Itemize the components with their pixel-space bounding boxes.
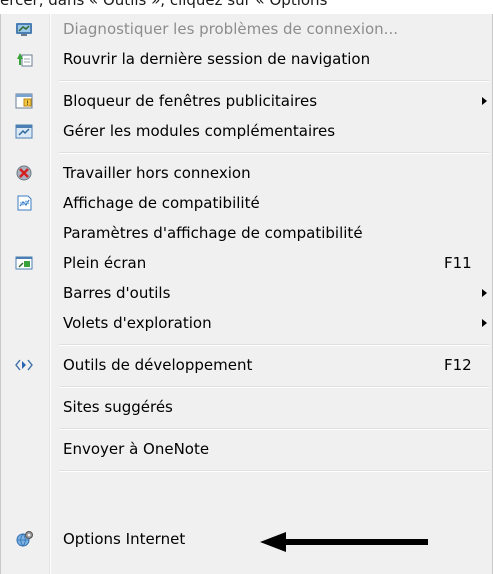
svg-text:!: ! bbox=[26, 100, 28, 107]
menu-item-toolbars[interactable]: Barres d'outils bbox=[4, 278, 489, 308]
menu-item-fullscreen[interactable]: Plein écran F11 bbox=[4, 248, 489, 278]
menu-item-manage-addons[interactable]: Gérer les modules complémentaires bbox=[4, 116, 489, 146]
submenu-arrow-icon bbox=[482, 97, 487, 105]
menu-item-work-offline[interactable]: Travailler hors connexion bbox=[4, 158, 489, 188]
menu-item-compatibility-settings[interactable]: Paramètres d'affichage de compatibilité bbox=[4, 218, 489, 248]
menu-item-label: Options Internet bbox=[63, 530, 186, 548]
menu-item-label: Volets d'exploration bbox=[63, 314, 212, 332]
menu-item-label: Outils de développement bbox=[63, 356, 253, 374]
menu-item-explorer-bars[interactable]: Volets d'exploration bbox=[4, 308, 489, 338]
tutorial-caption: ercer, dans « Outils », cliquez sur « Op… bbox=[0, 0, 328, 9]
menu-item-label: Plein écran bbox=[63, 254, 147, 272]
menu-item-reopen-session[interactable]: Rouvrir la dernière session de navigatio… bbox=[4, 44, 489, 74]
compatibility-view-icon bbox=[15, 194, 33, 212]
menu-item-label: Paramètres d'affichage de compatibilité bbox=[63, 224, 363, 242]
popup-blocker-icon: ! bbox=[15, 92, 33, 110]
menu-separator bbox=[59, 344, 489, 346]
menu-separator bbox=[59, 428, 489, 430]
menu-item-label: Rouvrir la dernière session de navigatio… bbox=[63, 50, 371, 68]
menu-item-label: Sites suggérés bbox=[63, 398, 173, 416]
shortcut-text: F12 bbox=[444, 356, 472, 374]
addons-icon bbox=[15, 122, 33, 140]
menu-separator bbox=[59, 80, 489, 82]
menu-item-label: Bloqueur de fenêtres publicitaires bbox=[63, 92, 318, 110]
menu-item-label: Diagnostiquer les problèmes de connexion… bbox=[63, 20, 398, 38]
menu-separator bbox=[59, 152, 489, 154]
menu-item-label: Envoyer à OneNote bbox=[63, 440, 210, 458]
menu-item-label: Barres d'outils bbox=[63, 284, 171, 302]
menu-separator bbox=[59, 386, 489, 388]
menu-item-compatibility-view[interactable]: Affichage de compatibilité bbox=[4, 188, 489, 218]
tools-menu: Diagnostiquer les problèmes de connexion… bbox=[0, 14, 493, 574]
menu-item-label: Travailler hors connexion bbox=[63, 164, 251, 182]
menu-separator bbox=[59, 470, 489, 472]
menu-item-label: Gérer les modules complémentaires bbox=[63, 122, 336, 140]
work-offline-icon bbox=[15, 164, 33, 182]
internet-options-icon bbox=[15, 530, 33, 548]
menu-item-developer-tools[interactable]: Outils de développement F12 bbox=[4, 350, 489, 380]
menu-item-label: Affichage de compatibilité bbox=[63, 194, 260, 212]
submenu-arrow-icon bbox=[482, 289, 487, 297]
shortcut-text: F11 bbox=[444, 254, 472, 272]
submenu-arrow-icon bbox=[482, 319, 487, 327]
annotation-arrow-icon bbox=[260, 532, 428, 552]
developer-tools-icon bbox=[15, 356, 33, 374]
network-diagnose-icon bbox=[15, 20, 33, 38]
fullscreen-icon bbox=[15, 254, 33, 272]
reopen-session-icon bbox=[15, 50, 33, 68]
menu-item-send-to-onenote[interactable]: Envoyer à OneNote bbox=[4, 434, 489, 464]
menu-item-popup-blocker[interactable]: ! Bloqueur de fenêtres publicitaires bbox=[4, 86, 489, 116]
menu-item-diagnose-connection: Diagnostiquer les problèmes de connexion… bbox=[4, 14, 489, 44]
menu-item-suggested-sites[interactable]: Sites suggérés bbox=[4, 392, 489, 422]
